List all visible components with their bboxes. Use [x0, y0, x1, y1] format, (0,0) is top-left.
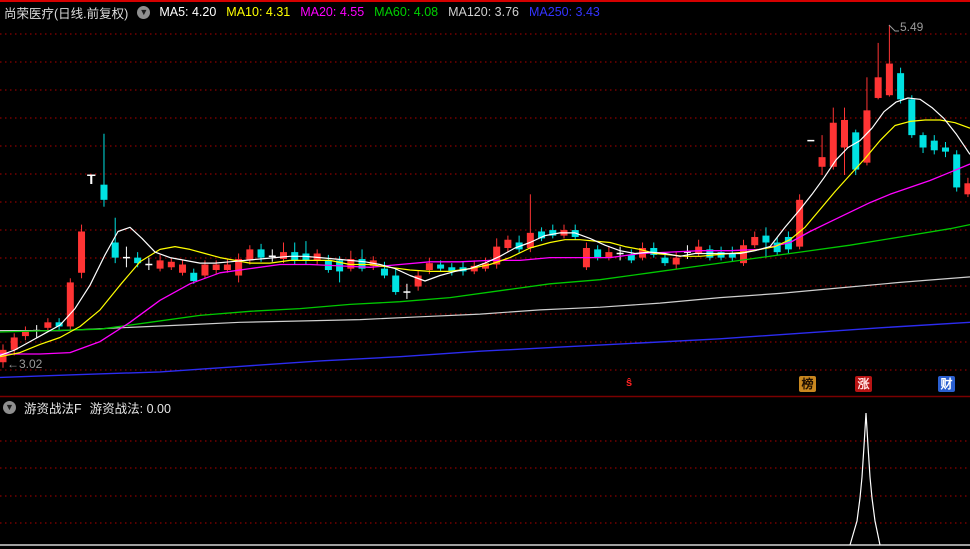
- stock-title: 尚荣医疗(日线.前复权): [4, 6, 129, 21]
- ma-label-ma10: MA10: 4.31: [226, 5, 291, 19]
- candle-body: [66, 282, 74, 327]
- chevron-down-icon[interactable]: ▼: [137, 5, 151, 19]
- kline-chart-canvas[interactable]: [0, 0, 970, 549]
- candle-body: [908, 99, 916, 136]
- high-price-label: 5.49: [900, 20, 924, 34]
- ma-value-labels: MA5: 4.20 MA10: 4.31 MA20: 4.55 MA60: 4.08 M…: [159, 5, 600, 19]
- candle-body: [190, 272, 198, 282]
- badge-榜[interactable]: 榜: [799, 376, 816, 392]
- candle-body: [212, 264, 220, 271]
- ma-line-ma10: [0, 119, 970, 358]
- candle-body: [179, 264, 187, 273]
- candle-body: [100, 184, 108, 200]
- candle-body: [874, 77, 882, 98]
- candle-body: [852, 132, 860, 170]
- badge-财[interactable]: 财: [938, 376, 955, 392]
- candle-body: [594, 249, 602, 258]
- candle-body: [728, 253, 736, 258]
- candle-body: [380, 268, 388, 276]
- candle-body: [156, 260, 164, 269]
- high-label-leader: [888, 24, 899, 32]
- candle-body: [504, 239, 512, 248]
- candle-body: [841, 119, 848, 148]
- candle-body: [392, 275, 400, 293]
- candle-body: [885, 63, 893, 96]
- window-top-border: [0, 0, 970, 2]
- indicator-value: 游资战法: 0.00: [89, 401, 171, 416]
- candle-body: [897, 73, 905, 100]
- candle-body: [661, 257, 669, 264]
- candle-body: [223, 264, 231, 271]
- indicator-name: 游资战法F: [24, 401, 82, 416]
- candle-body: [425, 263, 433, 271]
- ma-label-ma250: MA250: 3.43: [529, 5, 600, 19]
- candle-body: [818, 157, 826, 167]
- candle-body: [257, 249, 265, 258]
- candle-body: [437, 264, 445, 269]
- candle-body: [167, 261, 175, 268]
- t-signal-marker: T: [87, 171, 96, 187]
- chevron-down-icon[interactable]: ▼: [3, 400, 16, 414]
- candle-body: [10, 337, 18, 350]
- candle-body: [941, 147, 949, 152]
- ma-line-ma5: [0, 97, 970, 356]
- badge-涨[interactable]: 涨: [855, 376, 872, 392]
- indicator-spike: [849, 412, 881, 546]
- candle-body: [111, 242, 119, 258]
- ma-line-ma60: [0, 223, 970, 333]
- candle-body: [246, 249, 254, 261]
- candle-body: [964, 183, 970, 195]
- candle-body: [201, 264, 209, 276]
- candle-body: [280, 252, 287, 260]
- candle-body: [78, 231, 86, 273]
- candle-body: [672, 257, 680, 265]
- trading-app-window: 尚荣医疗(日线.前复权) ▼ MA5: 4.20 MA10: 4.31 MA20: …: [0, 0, 970, 549]
- candle-body: [930, 140, 938, 151]
- ma-label-ma120: MA120: 3.76: [448, 5, 519, 19]
- candle-body: [919, 135, 927, 148]
- ma-label-ma60: MA60: 4.08: [374, 5, 439, 19]
- candle-body: [526, 232, 534, 248]
- candle-body: [627, 254, 635, 261]
- candle-body: [751, 236, 759, 246]
- ma-line-ma250: [0, 321, 970, 379]
- candle-body: [44, 322, 52, 328]
- ma-label-ma20: MA20: 4.55: [300, 5, 365, 19]
- s-signal-marker: ŝ: [626, 377, 633, 389]
- low-price-label: ←3.02: [7, 357, 43, 371]
- candle-body: [762, 235, 770, 243]
- main-chart-header: 尚荣医疗(日线.前复权) ▼ MA5: 4.20 MA10: 4.31 MA20: …: [0, 3, 970, 21]
- indicator-panel-header: ▼ 游资战法F 游资战法: 0.00: [0, 399, 970, 416]
- ma-label-ma5: MA5: 4.20: [159, 5, 217, 19]
